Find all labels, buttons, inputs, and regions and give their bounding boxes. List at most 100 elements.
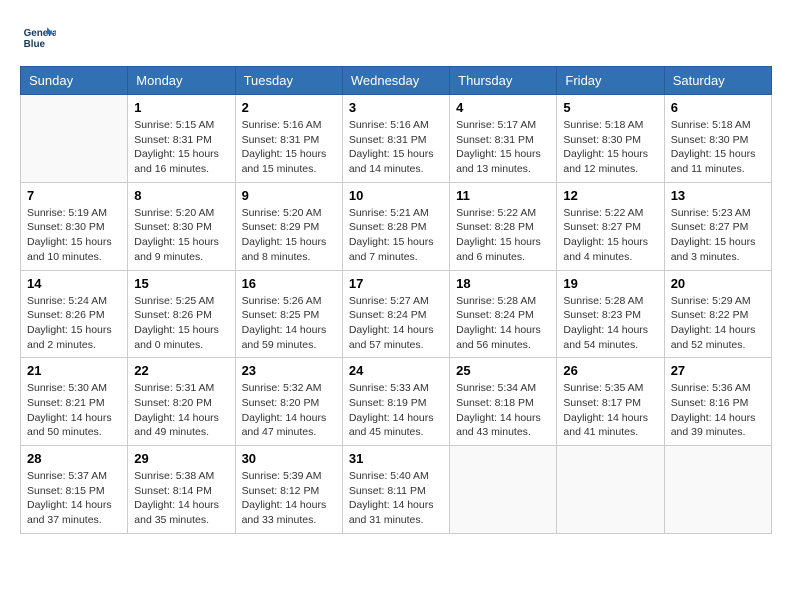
calendar-week-row: 1 Sunrise: 5:15 AM Sunset: 8:31 PM Daylig…: [21, 95, 772, 183]
calendar-cell: 20Sunrise: 5:29 AM Sunset: 8:22 PM Dayli…: [664, 270, 771, 358]
calendar-cell: 24 Sunrise: 5:33 AM Sunset: 8:19 PM Dayli…: [342, 358, 449, 446]
day-number: 16: [242, 276, 336, 291]
day-info: Sunrise: 5:31 AM Sunset: 8:20 PM Dayligh…: [134, 381, 228, 440]
day-info: Sunrise: 5:28 AM Sunset: 8:23 PM Dayligh…: [563, 294, 657, 353]
day-info: Sunrise: 5:23 AM Sunset: 8:27 PM Dayligh…: [671, 206, 765, 265]
day-number: 4: [456, 100, 550, 115]
day-info: Sunrise: 5:30 AM Sunset: 8:21 PM Dayligh…: [27, 381, 121, 440]
day-info: Sunrise: 5:26 AM Sunset: 8:25 PM Dayligh…: [242, 294, 336, 353]
day-number: 28: [27, 451, 121, 466]
day-number: 17: [349, 276, 443, 291]
calendar-cell: 4Sunrise: 5:17 AM Sunset: 8:31 PM Daylig…: [450, 95, 557, 183]
day-number: 19: [563, 276, 657, 291]
day-number: 13: [671, 188, 765, 203]
day-number: 2: [242, 100, 336, 115]
day-info: Sunrise: 5:29 AM Sunset: 8:22 PM Dayligh…: [671, 294, 765, 353]
day-info: Sunrise: 5:24 AM Sunset: 8:26 PM Dayligh…: [27, 294, 121, 353]
day-number: 14: [27, 276, 121, 291]
day-number: 5: [563, 100, 657, 115]
day-number: 9: [242, 188, 336, 203]
weekday-header-row: SundayMondayTuesdayWednesdayThursdayFrid…: [21, 67, 772, 95]
weekday-header: Monday: [128, 67, 235, 95]
calendar-cell: 13 Sunrise: 5:23 AM Sunset: 8:27 PM Dayli…: [664, 182, 771, 270]
calendar-week-row: 21Sunrise: 5:30 AM Sunset: 8:21 PM Dayli…: [21, 358, 772, 446]
day-info: Sunrise: 5:16 AM Sunset: 8:31 PM Dayligh…: [242, 118, 336, 177]
day-info: Sunrise: 5:22 AM Sunset: 8:28 PM Dayligh…: [456, 206, 550, 265]
day-info: Sunrise: 5:18 AM Sunset: 8:30 PM Dayligh…: [671, 118, 765, 177]
day-info: Sunrise: 5:40 AM Sunset: 8:11 PM Dayligh…: [349, 469, 443, 528]
calendar-cell: 5 Sunrise: 5:18 AM Sunset: 8:30 PM Daylig…: [557, 95, 664, 183]
weekday-header: Thursday: [450, 67, 557, 95]
day-info: Sunrise: 5:35 AM Sunset: 8:17 PM Dayligh…: [563, 381, 657, 440]
day-info: Sunrise: 5:22 AM Sunset: 8:27 PM Dayligh…: [563, 206, 657, 265]
day-number: 3: [349, 100, 443, 115]
calendar-cell: 31 Sunrise: 5:40 AM Sunset: 8:11 PM Dayli…: [342, 446, 449, 534]
calendar-cell: [450, 446, 557, 534]
day-number: 31: [349, 451, 443, 466]
calendar-week-row: 14 Sunrise: 5:24 AM Sunset: 8:26 PM Dayli…: [21, 270, 772, 358]
calendar-cell: 14 Sunrise: 5:24 AM Sunset: 8:26 PM Dayli…: [21, 270, 128, 358]
calendar-cell: [557, 446, 664, 534]
day-number: 24: [349, 363, 443, 378]
day-info: Sunrise: 5:27 AM Sunset: 8:24 PM Dayligh…: [349, 294, 443, 353]
calendar-cell: [21, 95, 128, 183]
calendar-cell: 11 Sunrise: 5:22 AM Sunset: 8:28 PM Dayli…: [450, 182, 557, 270]
calendar-cell: 17 Sunrise: 5:27 AM Sunset: 8:24 PM Dayli…: [342, 270, 449, 358]
day-number: 27: [671, 363, 765, 378]
page-header: General Blue: [20, 20, 772, 56]
day-info: Sunrise: 5:34 AM Sunset: 8:18 PM Dayligh…: [456, 381, 550, 440]
day-info: Sunrise: 5:16 AM Sunset: 8:31 PM Dayligh…: [349, 118, 443, 177]
calendar-week-row: 28 Sunrise: 5:37 AM Sunset: 8:15 PM Dayli…: [21, 446, 772, 534]
calendar-cell: 9 Sunrise: 5:20 AM Sunset: 8:29 PM Daylig…: [235, 182, 342, 270]
day-info: Sunrise: 5:20 AM Sunset: 8:30 PM Dayligh…: [134, 206, 228, 265]
day-number: 7: [27, 188, 121, 203]
weekday-header: Friday: [557, 67, 664, 95]
calendar-week-row: 7Sunrise: 5:19 AM Sunset: 8:30 PM Daylig…: [21, 182, 772, 270]
calendar-cell: 26 Sunrise: 5:35 AM Sunset: 8:17 PM Dayli…: [557, 358, 664, 446]
day-number: 25: [456, 363, 550, 378]
calendar-table: SundayMondayTuesdayWednesdayThursdayFrid…: [20, 66, 772, 534]
calendar-cell: 10 Sunrise: 5:21 AM Sunset: 8:28 PM Dayli…: [342, 182, 449, 270]
day-number: 18: [456, 276, 550, 291]
day-info: Sunrise: 5:18 AM Sunset: 8:30 PM Dayligh…: [563, 118, 657, 177]
day-number: 12: [563, 188, 657, 203]
weekday-header: Saturday: [664, 67, 771, 95]
day-info: Sunrise: 5:20 AM Sunset: 8:29 PM Dayligh…: [242, 206, 336, 265]
calendar-cell: 22 Sunrise: 5:31 AM Sunset: 8:20 PM Dayli…: [128, 358, 235, 446]
day-number: 23: [242, 363, 336, 378]
calendar-cell: 16 Sunrise: 5:26 AM Sunset: 8:25 PM Dayli…: [235, 270, 342, 358]
calendar-cell: 18 Sunrise: 5:28 AM Sunset: 8:24 PM Dayli…: [450, 270, 557, 358]
weekday-header: Sunday: [21, 67, 128, 95]
weekday-header: Wednesday: [342, 67, 449, 95]
day-number: 30: [242, 451, 336, 466]
day-number: 1: [134, 100, 228, 115]
day-number: 10: [349, 188, 443, 203]
day-info: Sunrise: 5:15 AM Sunset: 8:31 PM Dayligh…: [134, 118, 228, 177]
day-info: Sunrise: 5:21 AM Sunset: 8:28 PM Dayligh…: [349, 206, 443, 265]
day-info: Sunrise: 5:39 AM Sunset: 8:12 PM Dayligh…: [242, 469, 336, 528]
calendar-cell: 29Sunrise: 5:38 AM Sunset: 8:14 PM Dayli…: [128, 446, 235, 534]
day-info: Sunrise: 5:32 AM Sunset: 8:20 PM Dayligh…: [242, 381, 336, 440]
day-number: 15: [134, 276, 228, 291]
day-number: 11: [456, 188, 550, 203]
logo-icon: General Blue: [20, 20, 56, 56]
calendar-cell: 28 Sunrise: 5:37 AM Sunset: 8:15 PM Dayli…: [21, 446, 128, 534]
calendar-cell: 7Sunrise: 5:19 AM Sunset: 8:30 PM Daylig…: [21, 182, 128, 270]
day-info: Sunrise: 5:28 AM Sunset: 8:24 PM Dayligh…: [456, 294, 550, 353]
svg-text:Blue: Blue: [24, 39, 46, 50]
day-number: 22: [134, 363, 228, 378]
calendar-cell: 2 Sunrise: 5:16 AM Sunset: 8:31 PM Daylig…: [235, 95, 342, 183]
calendar-cell: 25 Sunrise: 5:34 AM Sunset: 8:18 PM Dayli…: [450, 358, 557, 446]
day-info: Sunrise: 5:33 AM Sunset: 8:19 PM Dayligh…: [349, 381, 443, 440]
day-number: 6: [671, 100, 765, 115]
day-info: Sunrise: 5:38 AM Sunset: 8:14 PM Dayligh…: [134, 469, 228, 528]
day-info: Sunrise: 5:37 AM Sunset: 8:15 PM Dayligh…: [27, 469, 121, 528]
calendar-cell: 12 Sunrise: 5:22 AM Sunset: 8:27 PM Dayli…: [557, 182, 664, 270]
weekday-header: Tuesday: [235, 67, 342, 95]
calendar-cell: 3 Sunrise: 5:16 AM Sunset: 8:31 PM Daylig…: [342, 95, 449, 183]
day-number: 26: [563, 363, 657, 378]
calendar-cell: 6 Sunrise: 5:18 AM Sunset: 8:30 PM Daylig…: [664, 95, 771, 183]
calendar-cell: 23 Sunrise: 5:32 AM Sunset: 8:20 PM Dayli…: [235, 358, 342, 446]
calendar-cell: 1 Sunrise: 5:15 AM Sunset: 8:31 PM Daylig…: [128, 95, 235, 183]
day-info: Sunrise: 5:36 AM Sunset: 8:16 PM Dayligh…: [671, 381, 765, 440]
